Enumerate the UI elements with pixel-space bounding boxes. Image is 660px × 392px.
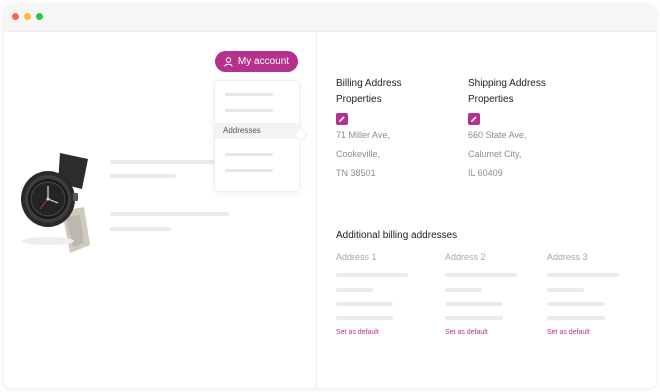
- menu-item-placeholder[interactable]: [225, 153, 273, 156]
- placeholder-line: [445, 273, 517, 277]
- address-2-title: Address 2: [445, 252, 486, 262]
- placeholder-line: [110, 227, 171, 231]
- shipping-address-line: IL 60409: [468, 168, 503, 178]
- address-3-title: Address 3: [547, 252, 588, 262]
- billing-address-line: TN 38501: [336, 168, 376, 178]
- billing-address-title: Billing Address Properties: [336, 78, 402, 105]
- placeholder-line: [336, 302, 393, 306]
- billing-address-line: 71 Miller Ave,: [336, 130, 390, 140]
- set-default-link[interactable]: Set as default: [445, 329, 488, 336]
- shipping-address-line: 660 State Ave,: [468, 130, 527, 140]
- placeholder-line: [547, 316, 605, 320]
- placeholder-line: [547, 302, 605, 306]
- product-pane: My account Addresses: [4, 32, 316, 388]
- set-default-link[interactable]: Set as default: [547, 329, 590, 336]
- placeholder-line: [336, 316, 393, 320]
- pencil-icon: [471, 116, 477, 122]
- shipping-address-line: Calumet City,: [468, 149, 522, 159]
- placeholder-line: [336, 273, 408, 277]
- placeholder-line: [110, 212, 229, 216]
- placeholder-line: [547, 288, 584, 292]
- placeholder-line: [110, 160, 220, 164]
- close-window-button[interactable]: [12, 13, 19, 20]
- menu-item-placeholder[interactable]: [225, 169, 273, 172]
- menu-item-placeholder[interactable]: [225, 93, 273, 96]
- maximize-window-button[interactable]: [36, 13, 43, 20]
- menu-item-addresses-label: Addresses: [223, 126, 261, 135]
- shipping-address-title: Shipping Address Properties: [468, 78, 546, 105]
- address-details-pane: Billing Address Properties 71 Miller Ave…: [316, 32, 656, 388]
- edit-shipping-button[interactable]: [468, 113, 480, 125]
- placeholder-line: [336, 288, 373, 292]
- placeholder-line: [445, 302, 503, 306]
- edit-billing-button[interactable]: [336, 113, 348, 125]
- title-bar: [4, 4, 656, 32]
- placeholder-line: [445, 316, 503, 320]
- app-window: My account Addresses Billing Address Pro…: [4, 4, 656, 388]
- additional-addresses-title: Additional billing addresses: [336, 230, 458, 241]
- my-account-button[interactable]: My account: [215, 51, 298, 72]
- set-default-link[interactable]: Set as default: [336, 329, 379, 336]
- account-dropdown-menu: Addresses: [214, 80, 300, 192]
- address-1-title: Address 1: [336, 252, 377, 262]
- pencil-icon: [339, 116, 345, 122]
- user-icon: [224, 56, 233, 67]
- smartwatch-image: [21, 153, 90, 253]
- minimize-window-button[interactable]: [24, 13, 31, 20]
- placeholder-line: [445, 288, 482, 292]
- my-account-label: My account: [237, 56, 290, 67]
- menu-item-addresses[interactable]: Addresses: [215, 123, 299, 139]
- placeholder-line: [110, 174, 176, 178]
- placeholder-line: [547, 273, 619, 277]
- menu-item-placeholder[interactable]: [225, 109, 273, 112]
- billing-address-line: Cookeville,: [336, 149, 381, 159]
